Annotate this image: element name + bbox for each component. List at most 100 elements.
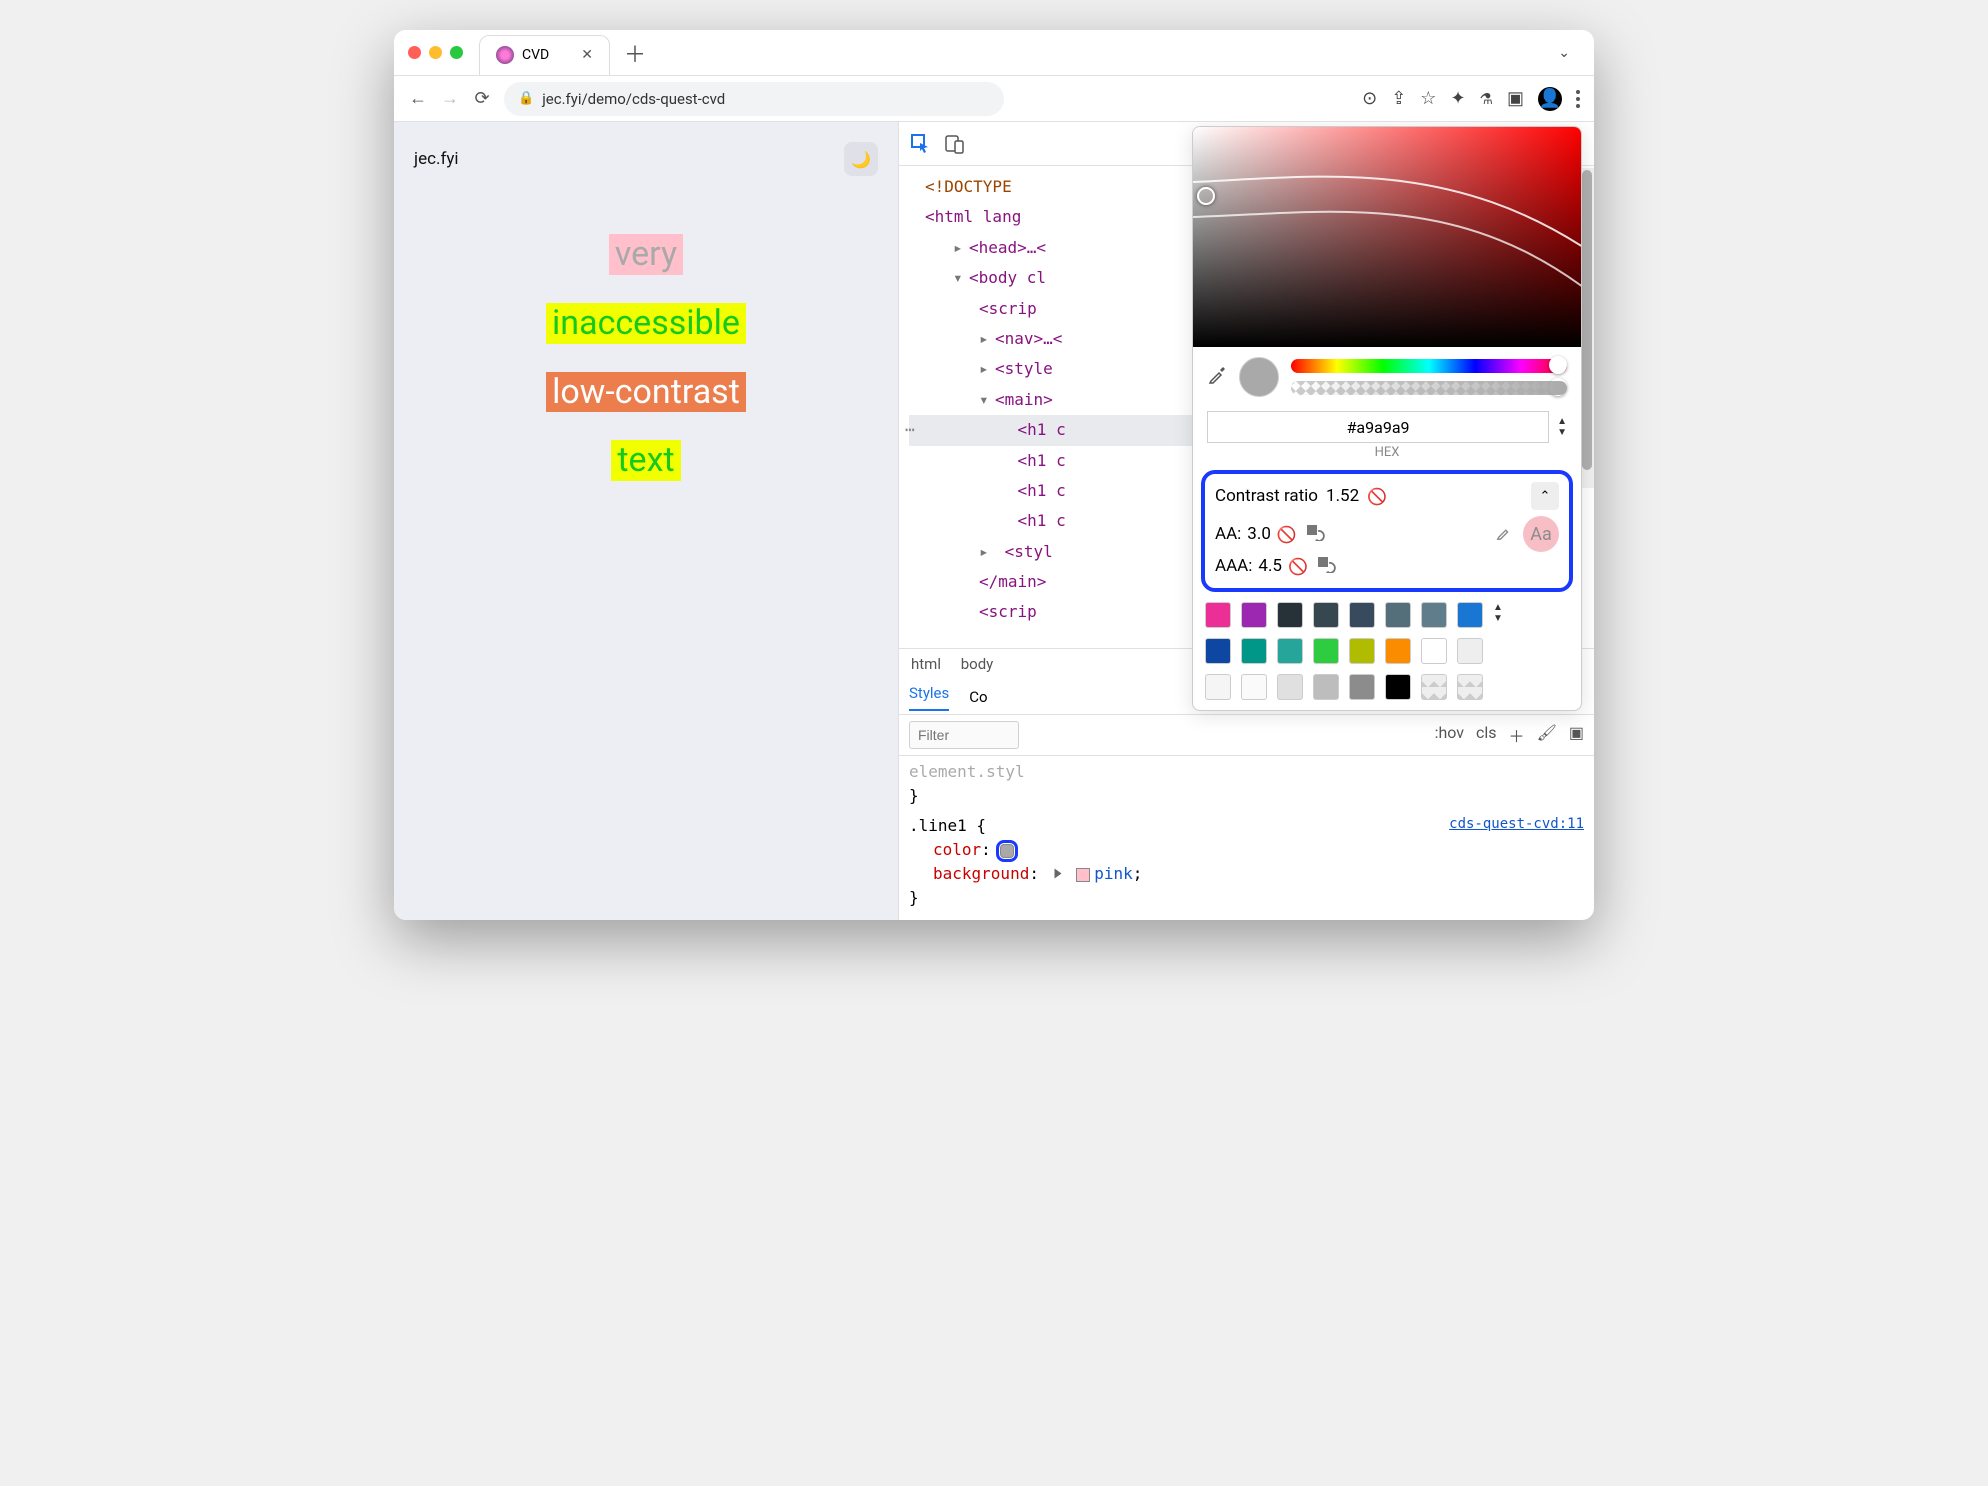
- devtools-panel: ⚙ ✕ <!DOCTYPE <html lang ▸<head>…< ▾<bod…: [898, 122, 1594, 920]
- labs-icon[interactable]: ⚗: [1480, 90, 1493, 108]
- demo-word-2: inaccessible: [546, 303, 746, 344]
- minimize-window-button[interactable]: [429, 46, 442, 59]
- box-model-icon[interactable]: ▣: [1569, 723, 1584, 747]
- format-stepper[interactable]: ▲▼: [1557, 416, 1567, 438]
- profile-avatar[interactable]: 👤: [1538, 87, 1562, 111]
- expand-shorthand-icon[interactable]: [1054, 869, 1061, 879]
- tab-styles[interactable]: Styles: [909, 684, 949, 711]
- styles-filter-row: :hov cls ＋ 🖌 ▣: [899, 715, 1594, 756]
- lock-icon: 🔒: [518, 91, 534, 106]
- palette-swatch[interactable]: [1241, 638, 1267, 664]
- hex-label: HEX: [1193, 445, 1581, 466]
- theme-toggle-button[interactable]: 🌙: [844, 142, 878, 176]
- palette-swatch[interactable]: [1349, 674, 1375, 700]
- palette-stepper[interactable]: ▲▼: [1493, 602, 1513, 628]
- palette-swatch[interactable]: [1241, 674, 1267, 700]
- window-controls: [408, 46, 463, 59]
- page-viewport: jec.fyi 🌙 very inaccessible low-contrast…: [394, 122, 898, 920]
- new-tab-button[interactable]: ＋: [624, 37, 646, 69]
- palette-swatch[interactable]: [1457, 602, 1483, 628]
- palette-swatch[interactable]: [1421, 602, 1447, 628]
- back-button[interactable]: ←: [408, 89, 428, 109]
- content-area: jec.fyi 🌙 very inaccessible low-contrast…: [394, 122, 1594, 920]
- eyedropper-icon[interactable]: [1207, 365, 1227, 390]
- color-picker-popover: ▲▼ HEX Contrast ratio 1.52 🚫 ⌃ AA:: [1192, 122, 1582, 711]
- toggle-cls-icon[interactable]: cls: [1476, 723, 1497, 747]
- hue-slider[interactable]: [1291, 359, 1567, 373]
- demo-word-3: low-contrast: [546, 372, 746, 413]
- aa-preview-badge: Aa: [1523, 516, 1559, 552]
- aaa-fail-icon: 🚫: [1288, 557, 1308, 576]
- demo-word-1: very: [609, 234, 683, 275]
- styles-pane[interactable]: element.styl } .line1 { cds-quest-cvd:11…: [899, 756, 1594, 920]
- browser-tab[interactable]: CVD ✕: [479, 35, 610, 75]
- palette-swatch[interactable]: [1277, 638, 1303, 664]
- zoom-icon[interactable]: ⊙: [1362, 88, 1377, 109]
- background-swatch[interactable]: [1076, 868, 1090, 882]
- aa-label: AA:: [1215, 524, 1241, 544]
- url-text: jec.fyi/demo/cds-quest-cvd: [542, 90, 725, 108]
- brush-icon[interactable]: 🖌: [1537, 723, 1557, 747]
- palette-swatch[interactable]: [1457, 674, 1483, 700]
- devtools-scrollbar[interactable]: [1580, 168, 1594, 488]
- palette-swatch[interactable]: [1241, 602, 1267, 628]
- contrast-label: Contrast ratio: [1215, 486, 1318, 506]
- element-style-label: element.styl: [909, 760, 1584, 784]
- close-window-button[interactable]: [408, 46, 421, 59]
- palette-swatch[interactable]: [1313, 602, 1339, 628]
- aa-fix-icon[interactable]: [1305, 523, 1325, 545]
- palette-swatch[interactable]: [1385, 602, 1411, 628]
- aaa-label: AAA:: [1215, 556, 1252, 576]
- aa-value: 3.0: [1247, 524, 1271, 544]
- palette-swatch[interactable]: [1313, 638, 1339, 664]
- tab-title: CVD: [522, 47, 549, 63]
- aaa-fix-icon[interactable]: [1316, 555, 1336, 577]
- color-gradient[interactable]: [1193, 127, 1581, 347]
- source-link[interactable]: cds-quest-cvd:11: [1449, 814, 1584, 835]
- palette-swatch[interactable]: [1349, 602, 1375, 628]
- browser-menu-button[interactable]: [1576, 90, 1580, 108]
- contrast-ratio-section: Contrast ratio 1.52 🚫 ⌃ AA: 3.0 🚫: [1201, 470, 1573, 592]
- extensions-icon[interactable]: ✦: [1450, 88, 1465, 109]
- site-title: jec.fyi: [414, 149, 459, 169]
- address-bar[interactable]: 🔒 jec.fyi/demo/cds-quest-cvd: [504, 82, 1004, 116]
- forward-button[interactable]: →: [440, 89, 460, 109]
- close-tab-icon[interactable]: ✕: [581, 47, 593, 63]
- color-swatch[interactable]: [1000, 844, 1014, 858]
- palette-swatch[interactable]: [1385, 638, 1411, 664]
- palette-swatch[interactable]: [1421, 638, 1447, 664]
- palette-swatch[interactable]: [1277, 602, 1303, 628]
- titlebar: CVD ✕ ＋ ⌄: [394, 30, 1594, 76]
- device-toolbar-icon[interactable]: [945, 134, 965, 154]
- reload-button[interactable]: ⟳: [472, 89, 492, 109]
- toggle-hover-icon[interactable]: :hov: [1435, 723, 1464, 747]
- palette-swatch[interactable]: [1277, 674, 1303, 700]
- palette-swatch[interactable]: [1205, 674, 1231, 700]
- palette-swatch[interactable]: [1205, 602, 1231, 628]
- demo-word-4: text: [611, 440, 680, 481]
- aa-fail-icon: 🚫: [1277, 525, 1297, 544]
- share-icon[interactable]: ⇪: [1391, 88, 1406, 109]
- inspect-element-icon[interactable]: [911, 134, 931, 154]
- hex-input[interactable]: [1207, 411, 1549, 443]
- palette-swatch[interactable]: [1313, 674, 1339, 700]
- palette-swatch[interactable]: [1385, 674, 1411, 700]
- tabs-menu-icon[interactable]: ⌄: [1558, 45, 1570, 61]
- palette-swatch[interactable]: [1349, 638, 1375, 664]
- alpha-slider[interactable]: [1291, 381, 1567, 395]
- current-color-preview: [1239, 357, 1279, 397]
- styles-filter-input[interactable]: [909, 721, 1019, 749]
- palette-swatch[interactable]: [1205, 638, 1231, 664]
- maximize-window-button[interactable]: [450, 46, 463, 59]
- bookmark-icon[interactable]: ☆: [1420, 88, 1436, 109]
- contrast-eyedropper-icon[interactable]: [1495, 523, 1513, 546]
- tab-computed[interactable]: Co: [969, 688, 987, 706]
- gradient-handle[interactable]: [1197, 187, 1215, 205]
- palette-swatch[interactable]: [1457, 638, 1483, 664]
- side-panel-icon[interactable]: ▣: [1507, 88, 1524, 109]
- palette-swatch[interactable]: [1421, 674, 1447, 700]
- color-swatches: ▲▼: [1193, 596, 1581, 710]
- collapse-contrast-icon[interactable]: ⌃: [1531, 482, 1559, 510]
- aaa-value: 4.5: [1258, 556, 1282, 576]
- new-style-rule-icon[interactable]: ＋: [1509, 723, 1525, 747]
